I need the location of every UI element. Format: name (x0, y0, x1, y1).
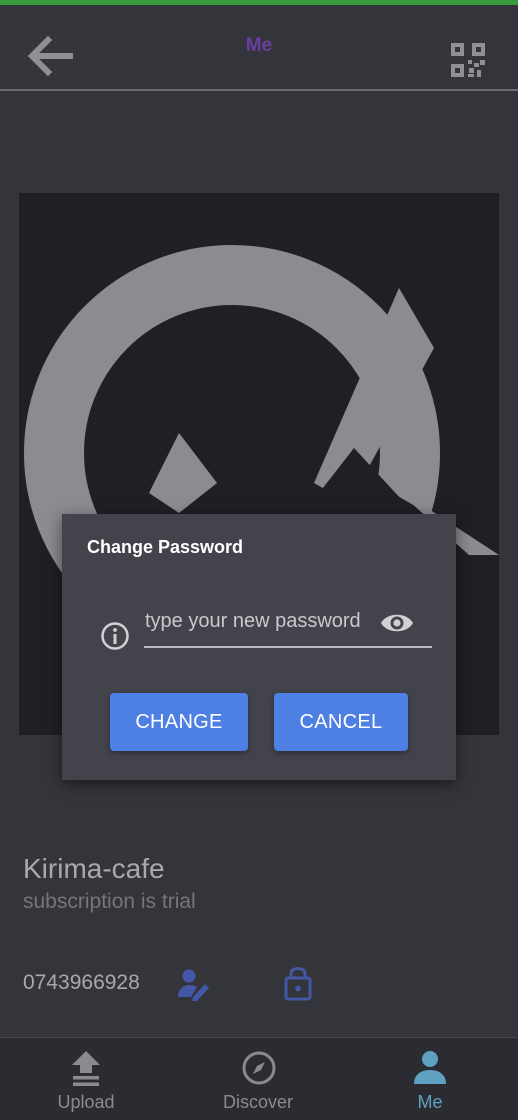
nav-upload[interactable]: Upload (0, 1038, 172, 1120)
edit-profile-button[interactable] (177, 967, 211, 1001)
change-button[interactable]: CHANGE (110, 693, 248, 751)
app-bar: Me (0, 5, 518, 91)
nav-upload-label: Upload (57, 1092, 115, 1112)
nav-me[interactable]: Me (344, 1038, 516, 1120)
qr-code-button[interactable] (449, 41, 487, 79)
info-icon (101, 622, 129, 650)
toggle-password-visibility-button[interactable] (380, 609, 414, 637)
edit-user-icon (178, 969, 209, 1001)
bottom-navigation: Upload Discover Me (0, 1037, 518, 1120)
lock-icon (284, 967, 312, 1001)
qr-code-icon (451, 43, 485, 77)
cancel-button[interactable]: CANCEL (274, 693, 408, 751)
profile-name: Kirima-cafe (23, 853, 165, 884)
page-title: Me (245, 35, 273, 56)
person-icon (414, 1051, 446, 1084)
subscription-status: subscription is trial (23, 890, 196, 913)
phone-number: 0743966928 (23, 971, 140, 994)
change-password-button[interactable] (283, 963, 313, 1001)
upload-icon (72, 1051, 100, 1086)
dialog-title: Change Password (87, 537, 244, 557)
change-password-dialog: Change Password CHANGE CANCEL (62, 514, 456, 780)
eye-icon (381, 614, 413, 632)
nav-me-label: Me (417, 1092, 443, 1112)
nav-discover-label: Discover (222, 1092, 293, 1112)
compass-icon (242, 1051, 276, 1085)
nav-discover[interactable]: Discover (172, 1038, 344, 1120)
